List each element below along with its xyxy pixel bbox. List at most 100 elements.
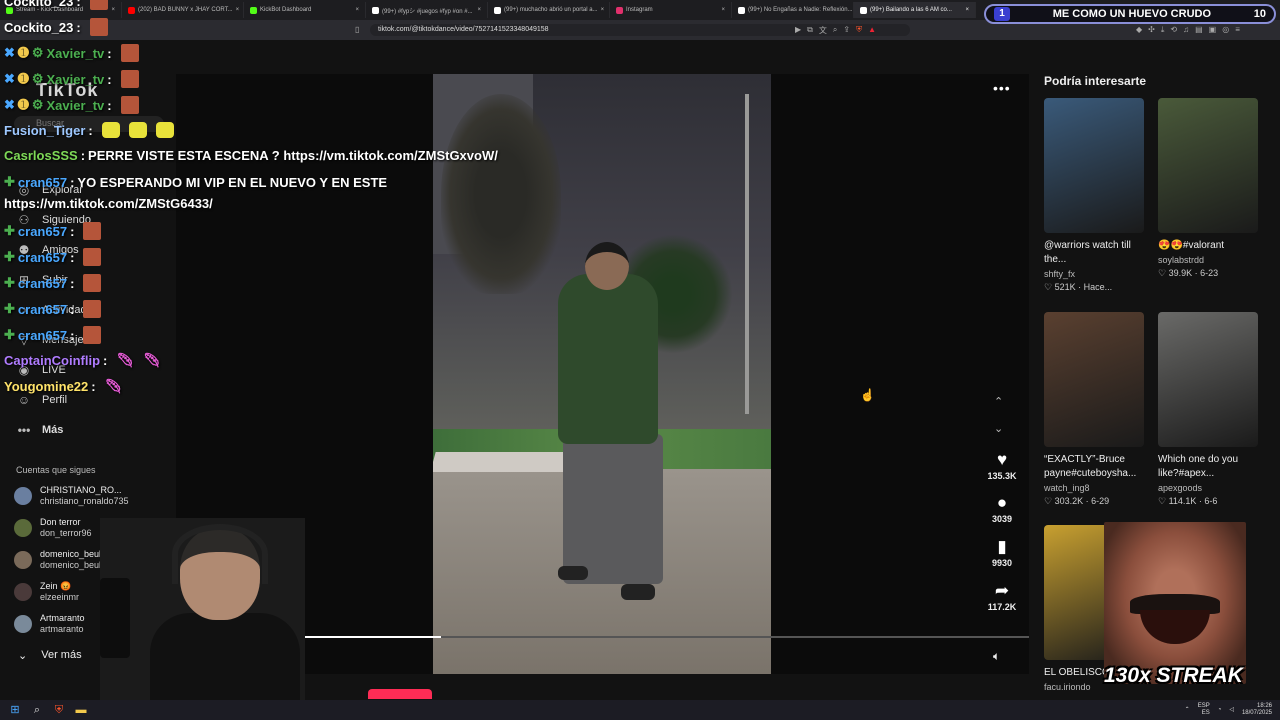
suggestion-thumbnail bbox=[1158, 98, 1258, 233]
microphone bbox=[100, 578, 130, 658]
account-names: CHRISTIANO_RO... christiano_ronaldo735 bbox=[40, 485, 129, 507]
suggestion-title-line: like?#apex... bbox=[1158, 468, 1215, 479]
chat-emote-icon bbox=[155, 122, 174, 138]
account-name: Artmaranto bbox=[40, 613, 85, 623]
vpn-icon[interactable]: ◎ bbox=[1222, 25, 1229, 35]
network-icon[interactable]: ◔ bbox=[1218, 707, 1222, 714]
chat-emote-icon bbox=[89, 0, 108, 10]
chat-badge-icon: ✚ bbox=[4, 301, 15, 316]
reader-icon[interactable]: ▶ bbox=[795, 25, 801, 36]
screenshot-icon[interactable]: ⧉ bbox=[807, 25, 813, 36]
chat-badge-icon: ➊ bbox=[17, 71, 29, 86]
goal-rank: 1 bbox=[994, 7, 1010, 21]
tab-label: (99+) No Engañas a Nadie: Reflexión... bbox=[748, 7, 853, 13]
share-arrow-icon: ➦ bbox=[994, 581, 1010, 600]
translate-icon[interactable]: 文 bbox=[819, 25, 827, 36]
following-account[interactable]: CHRISTIANO_RO... christiano_ronaldo735 bbox=[14, 485, 129, 507]
chat-separator: : bbox=[91, 379, 96, 394]
chat-separator: : bbox=[103, 353, 108, 368]
wallet-icon[interactable]: ▣ bbox=[1209, 25, 1217, 35]
brave-shield-icon[interactable]: ⛨ bbox=[856, 25, 862, 36]
menu-icon[interactable]: ≡ bbox=[1235, 25, 1240, 35]
clock-time: 18:26 bbox=[1256, 703, 1272, 709]
chat-emote-icon: 🪶︎ bbox=[116, 352, 135, 368]
lang-sub-label: ES bbox=[1201, 710, 1210, 716]
suggestion-title-line: payne#cuteboysha... bbox=[1044, 468, 1137, 479]
tab-close-icon[interactable]: × bbox=[965, 7, 969, 13]
history-icon[interactable]: ⟲ bbox=[1170, 25, 1177, 35]
chat-emote-icon bbox=[83, 300, 102, 318]
following-account[interactable]: Don terror don_terror96 bbox=[14, 517, 92, 539]
chat-message: Yougomine22 : 🪶︎ bbox=[4, 378, 122, 395]
chat-message: ✚ cran657 : bbox=[4, 248, 102, 266]
chat-separator: : bbox=[70, 275, 75, 291]
suggestion-card[interactable]: 😍😍#valorant soylabstrdd ♡ 39.9K · 6-23 bbox=[1158, 98, 1258, 280]
chat-badge-icon: ✚ bbox=[4, 223, 15, 238]
chat-text: YO ESPERANDO MI VIP EN EL NUEVO Y EN EST… bbox=[77, 174, 388, 190]
chat-username: CasrlosSSS bbox=[4, 148, 78, 163]
video-progress-bar[interactable] bbox=[285, 636, 1029, 638]
tab-favicon-icon bbox=[738, 6, 745, 14]
following-account[interactable]: domenico_beub domenico_beub_ bbox=[14, 549, 109, 571]
following-account[interactable]: Zein 😡 elzeeinmr bbox=[14, 581, 79, 603]
windows-start-icon[interactable]: ⊞ bbox=[8, 703, 22, 717]
avatar bbox=[14, 487, 32, 505]
chat-separator: : bbox=[70, 301, 75, 317]
suggestion-user[interactable]: watch_ing8 bbox=[1044, 481, 1144, 495]
music-icon[interactable]: ♫ bbox=[1183, 25, 1189, 35]
chat-message: ✚ cran657 : YO ESPERANDO MI VIP EN EL NUEV… bbox=[4, 174, 387, 190]
file-explorer-icon[interactable]: ▬ bbox=[74, 703, 88, 717]
chat-badge-icon: ✚ bbox=[4, 174, 15, 189]
zoom-icon[interactable]: ⌕ bbox=[833, 25, 837, 36]
chat-badge-icon: ➊ bbox=[17, 45, 29, 60]
puzzle-icon[interactable]: ✣ bbox=[1148, 25, 1155, 35]
tab-close-icon[interactable]: × bbox=[601, 7, 605, 13]
see-more-button[interactable]: ⌄ Ver más bbox=[18, 649, 82, 662]
next-video-icon[interactable]: ⌄ bbox=[994, 422, 1003, 435]
screen: Stream - Kick Dashboard × (202) BAD BUNNY … bbox=[0, 0, 1280, 720]
following-account[interactable]: Artmaranto artmaranto bbox=[14, 613, 85, 635]
tab-favicon-icon bbox=[616, 6, 623, 14]
download-icon[interactable]: ⤓ bbox=[1161, 25, 1165, 35]
suggestion-card[interactable]: Which one do you like?#apex... apexgoods ♡ … bbox=[1158, 312, 1258, 508]
extension-icon[interactable]: ◆ bbox=[1136, 25, 1142, 35]
chat-username: cran657 bbox=[17, 174, 68, 190]
volume-icon[interactable]: 🔈︎ bbox=[993, 649, 1000, 664]
more-options-icon[interactable]: ••• bbox=[993, 80, 1011, 96]
clock[interactable]: 18:26 18/07/2025 bbox=[1242, 703, 1272, 717]
chat-emote-icon bbox=[83, 326, 102, 344]
like-button[interactable]: ♥ 135.3K bbox=[980, 450, 1024, 481]
tray-up-icon[interactable]: ⌃ bbox=[1185, 707, 1190, 714]
goal-count: 10 bbox=[1253, 8, 1266, 20]
save-button[interactable]: ▮ 9930 bbox=[980, 537, 1024, 568]
search-icon[interactable]: ⌕ bbox=[30, 703, 44, 717]
chat-message: Fusion_Tiger : bbox=[4, 122, 174, 138]
share-button[interactable]: ➦ 117.2K bbox=[980, 581, 1024, 612]
browser-tab[interactable]: (99+) No Engañas a Nadie: Reflexión...× bbox=[732, 2, 854, 18]
rewards-icon[interactable]: ▲ bbox=[868, 25, 876, 36]
sidebar-item-mas[interactable]: ••• Más bbox=[16, 423, 64, 437]
speaker-icon[interactable]: ◁ bbox=[1229, 707, 1234, 714]
brave-browser-icon[interactable]: ⛨ bbox=[52, 703, 66, 717]
suggestion-card[interactable]: “EXACTLY”-Bruce payne#cuteboysha... watch_… bbox=[1044, 312, 1144, 508]
language-indicator[interactable]: ESP ES bbox=[1198, 703, 1210, 717]
suggestion-user[interactable]: apexgoods bbox=[1158, 481, 1258, 495]
comment-button[interactable]: ● 3039 bbox=[980, 493, 1024, 524]
browser-tab[interactable]: (99+) Bailando a las 6 AM co... × bbox=[854, 2, 976, 18]
toolbar-icons: ▶ ⧉ 文 ⌕ ⇪ ⛨ ▲ bbox=[795, 25, 876, 36]
browser-tab[interactable]: Instagram × bbox=[610, 2, 732, 18]
suggestion-user[interactable]: shfty_fx bbox=[1044, 267, 1144, 281]
account-names: domenico_beub domenico_beub_ bbox=[40, 549, 109, 571]
previous-video-icon[interactable]: ⌃ bbox=[994, 395, 1003, 408]
sidebar-toggle-icon[interactable]: ▤ bbox=[1195, 25, 1203, 35]
video-pole bbox=[745, 94, 749, 414]
sidebar-item-label: Más bbox=[42, 424, 64, 436]
suggestion-user[interactable]: soylabstrdd bbox=[1158, 253, 1258, 267]
share-icon[interactable]: ⇪ bbox=[843, 25, 850, 36]
account-name: CHRISTIANO_RO... bbox=[40, 485, 122, 495]
avatar bbox=[14, 519, 32, 537]
suggestion-title-line: @warriors watch till bbox=[1044, 240, 1131, 251]
tab-close-icon[interactable]: × bbox=[721, 7, 725, 13]
suggestion-card[interactable]: @warriors watch till the... shfty_fx ♡ 521K… bbox=[1044, 98, 1144, 294]
chat-separator: : bbox=[107, 45, 112, 61]
